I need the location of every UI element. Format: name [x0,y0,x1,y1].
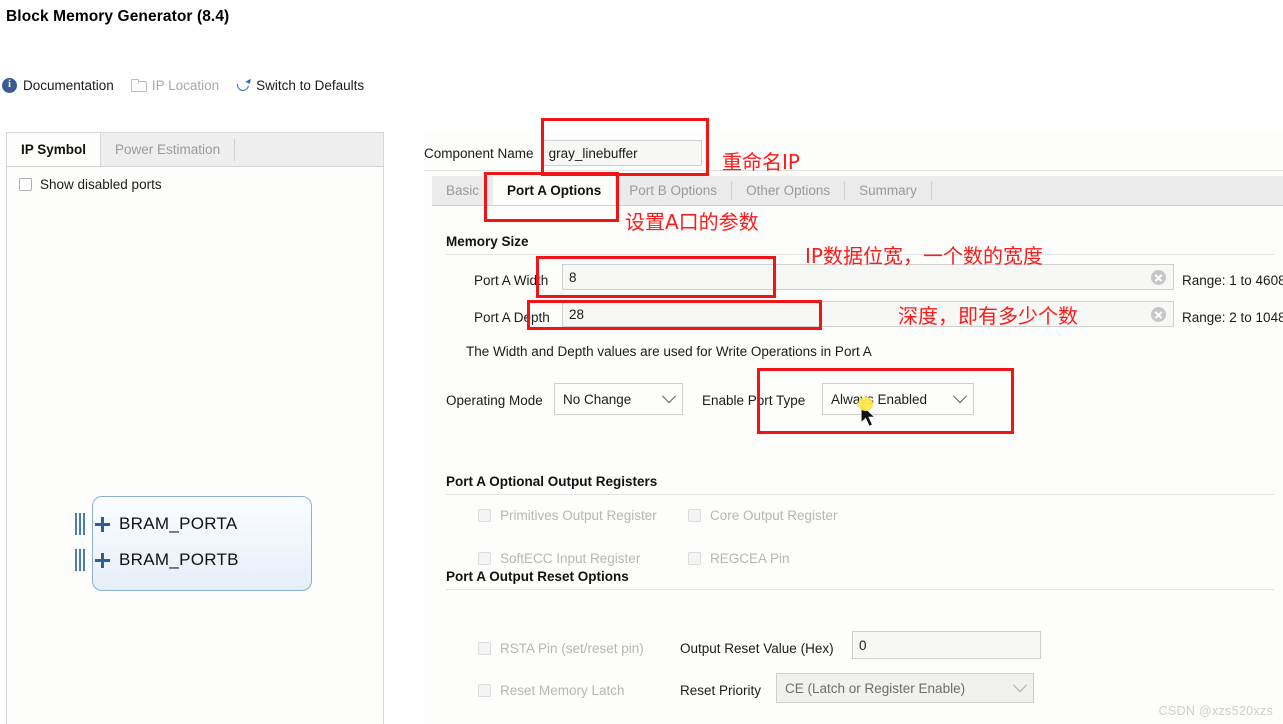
switch-to-defaults-label: Switch to Defaults [256,77,365,93]
documentation-label: Documentation [23,77,114,93]
tab-divider [930,181,932,200]
chevron-down-icon [952,389,968,404]
tab-ip-symbol[interactable]: IP Symbol [7,133,102,166]
core-output-register-row[interactable]: Core Output Register [688,508,838,523]
softecc-input-register-row[interactable]: SoftECC Input Register [478,551,640,566]
symbol-port-label: BRAM_PORTA [119,514,238,533]
port-a-options-content: Memory Size Port A Width 8 Range: 1 to 4… [432,206,1283,724]
port-a-depth-clear-icon[interactable] [1151,307,1166,322]
output-reset-options-title: Port A Output Reset Options [446,569,629,584]
main-panel: Component Name gray_linebuffer Basic Por… [424,132,1283,724]
enable-port-type-select[interactable]: Always Enabled [822,383,974,415]
chevron-down-icon [1012,678,1028,693]
reset-memory-latch-label: Reset Memory Latch [500,683,625,698]
reset-priority-label: Reset Priority [680,683,762,698]
annotation-port-a-params: 设置A口的参数 [625,210,759,234]
core-output-register-checkbox[interactable] [688,509,701,522]
documentation-button[interactable]: i Documentation [2,77,114,93]
output-reset-value-input[interactable]: 0 [852,631,1041,659]
show-disabled-ports-row[interactable]: Show disabled ports [19,177,162,192]
tab-power-estimation[interactable]: Power Estimation [101,133,234,166]
annotation-depth: 深度，即有多少个数 [898,304,1078,328]
tab-divider [234,139,236,161]
enable-port-type-value: Always Enabled [831,391,928,407]
softecc-input-register-label: SoftECC Input Register [500,551,641,566]
reset-memory-latch-checkbox[interactable] [478,684,491,697]
port-a-width-clear-icon[interactable] [1151,270,1166,285]
primitives-output-register-checkbox[interactable] [478,509,491,522]
info-icon: i [2,77,17,93]
symbol-port-bram-portb[interactable]: BRAM_PORTB [75,549,239,571]
expand-plus-icon[interactable] [95,552,110,568]
enable-port-type-label: Enable Port Type [702,393,806,408]
tab-port-b-options[interactable]: Port B Options [615,176,731,205]
chevron-down-icon [661,389,677,404]
port-a-width-range: Range: 1 to 4608 (bits) [1182,273,1283,288]
memory-size-note: The Width and Depth values are used for … [466,344,872,359]
primitives-output-register-label: Primitives Output Register [500,508,657,523]
port-a-width-label: Port A Width [474,273,549,288]
divider [424,170,1283,171]
reset-memory-latch-row[interactable]: Reset Memory Latch [478,683,625,698]
ip-location-label: IP Location [151,77,220,93]
symbol-port-bram-porta[interactable]: BRAM_PORTA [75,513,238,535]
symbol-port-label: BRAM_PORTB [119,550,239,569]
component-name-row: Component Name gray_linebuffer [424,138,702,168]
switch-to-defaults-button[interactable]: Switch to Defaults [236,78,364,93]
port-a-depth-input[interactable]: 28 [562,301,1174,327]
primitives-output-register-row[interactable]: Primitives Output Register [478,508,657,523]
reset-priority-select[interactable]: CE (Latch or Register Enable) [776,673,1034,703]
regcea-pin-label: REGCEA Pin [710,551,790,566]
port-a-depth-label: Port A Depth [474,310,550,325]
rsta-pin-row[interactable]: RSTA Pin (set/reset pin) [478,641,644,656]
section-rule [446,589,1274,590]
ip-symbol-panel: IP Symbol Power Estimation Show disabled… [6,132,384,724]
folder-icon [130,79,147,92]
softecc-input-register-checkbox[interactable] [478,552,491,565]
tab-basic[interactable]: Basic [432,176,493,205]
tab-summary[interactable]: Summary [845,176,931,205]
regcea-pin-checkbox[interactable] [688,552,701,565]
tab-other-options[interactable]: Other Options [732,176,844,205]
main-tabbar: Basic Port A Options Port B Options Othe… [432,176,1283,206]
expand-plus-icon[interactable] [95,516,110,532]
regcea-pin-row[interactable]: REGCEA Pin [688,551,790,566]
component-name-label: Component Name [424,145,534,161]
output-reset-value-label: Output Reset Value (Hex) [680,641,834,656]
annotation-data-width: IP数据位宽，一个数的宽度 [805,244,1043,268]
ip-location-button[interactable]: IP Location [130,77,220,93]
ip-symbol-diagram: BRAM_PORTA BRAM_PORTB [75,496,312,591]
component-name-input[interactable]: gray_linebuffer [541,140,702,166]
bus-lines-icon [75,549,86,571]
operating-mode-label: Operating Mode [446,393,543,408]
watermark: CSDN @xzs520xzs [1158,704,1273,718]
reset-priority-value: CE (Latch or Register Enable) [785,680,966,696]
core-output-register-label: Core Output Register [710,508,838,523]
rsta-pin-checkbox[interactable] [478,642,491,655]
memory-size-title: Memory Size [446,234,529,249]
toolbar: i Documentation IP Location Switch to De… [0,72,1283,98]
left-tabbar: IP Symbol Power Estimation [7,133,383,167]
tab-port-a-options[interactable]: Port A Options [493,176,616,205]
show-disabled-ports-label: Show disabled ports [40,177,162,192]
annotation-rename-ip: 重命名IP [722,150,800,174]
operating-mode-value: No Change [563,391,632,407]
rsta-pin-label: RSTA Pin (set/reset pin) [500,641,644,656]
section-rule [446,494,1274,495]
refresh-icon [236,78,250,92]
page-title: Block Memory Generator (8.4) [6,8,230,25]
bus-lines-icon [75,513,86,535]
optional-output-registers-title: Port A Optional Output Registers [446,474,658,489]
operating-mode-select[interactable]: No Change [554,383,683,415]
port-a-depth-range: Range: 2 to 1048576 [1182,310,1283,325]
show-disabled-ports-checkbox[interactable] [19,178,32,191]
